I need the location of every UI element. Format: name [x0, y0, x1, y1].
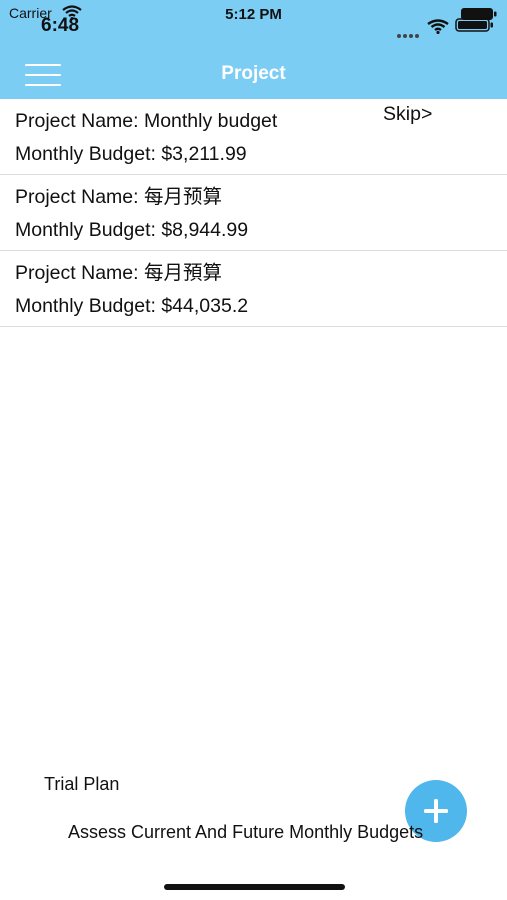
- project-name: Project Name: Monthly budget: [15, 110, 278, 132]
- header-bar: Carrier 6:48 5:12 PM Project: [0, 0, 507, 99]
- plus-icon: [424, 799, 448, 823]
- signal-icon: [397, 25, 421, 38]
- battery-icon: [455, 18, 497, 37]
- skip-arrow-icon: >: [420, 103, 433, 125]
- project-budget: Monthly Budget: $3,211.99: [15, 143, 247, 165]
- project-budget: Monthly Budget: $8,944.99: [15, 219, 249, 241]
- project-row[interactable]: Project Name: 每月預算 Monthly Budget: $44,0…: [0, 251, 507, 327]
- project-name: Project Name: 每月預算: [15, 262, 222, 284]
- home-indicator: [164, 884, 345, 890]
- wifi-icon: [426, 18, 450, 39]
- project-row[interactable]: Project Name: 每月预算 Monthly Budget: $8,94…: [0, 175, 507, 251]
- skip-label: Skip: [383, 103, 421, 125]
- trial-plan-label[interactable]: Trial Plan: [44, 774, 119, 795]
- project-list: Project Name: Monthly budget Monthly Bud…: [0, 99, 507, 327]
- skip-button[interactable]: Skip>: [383, 103, 432, 126]
- project-budget: Monthly Budget: $44,035.2: [15, 295, 249, 317]
- page-title: Project: [221, 63, 286, 84]
- project-name: Project Name: 每月预算: [15, 186, 222, 208]
- tagline-text: Assess Current And Future Monthly Budget…: [68, 822, 424, 842]
